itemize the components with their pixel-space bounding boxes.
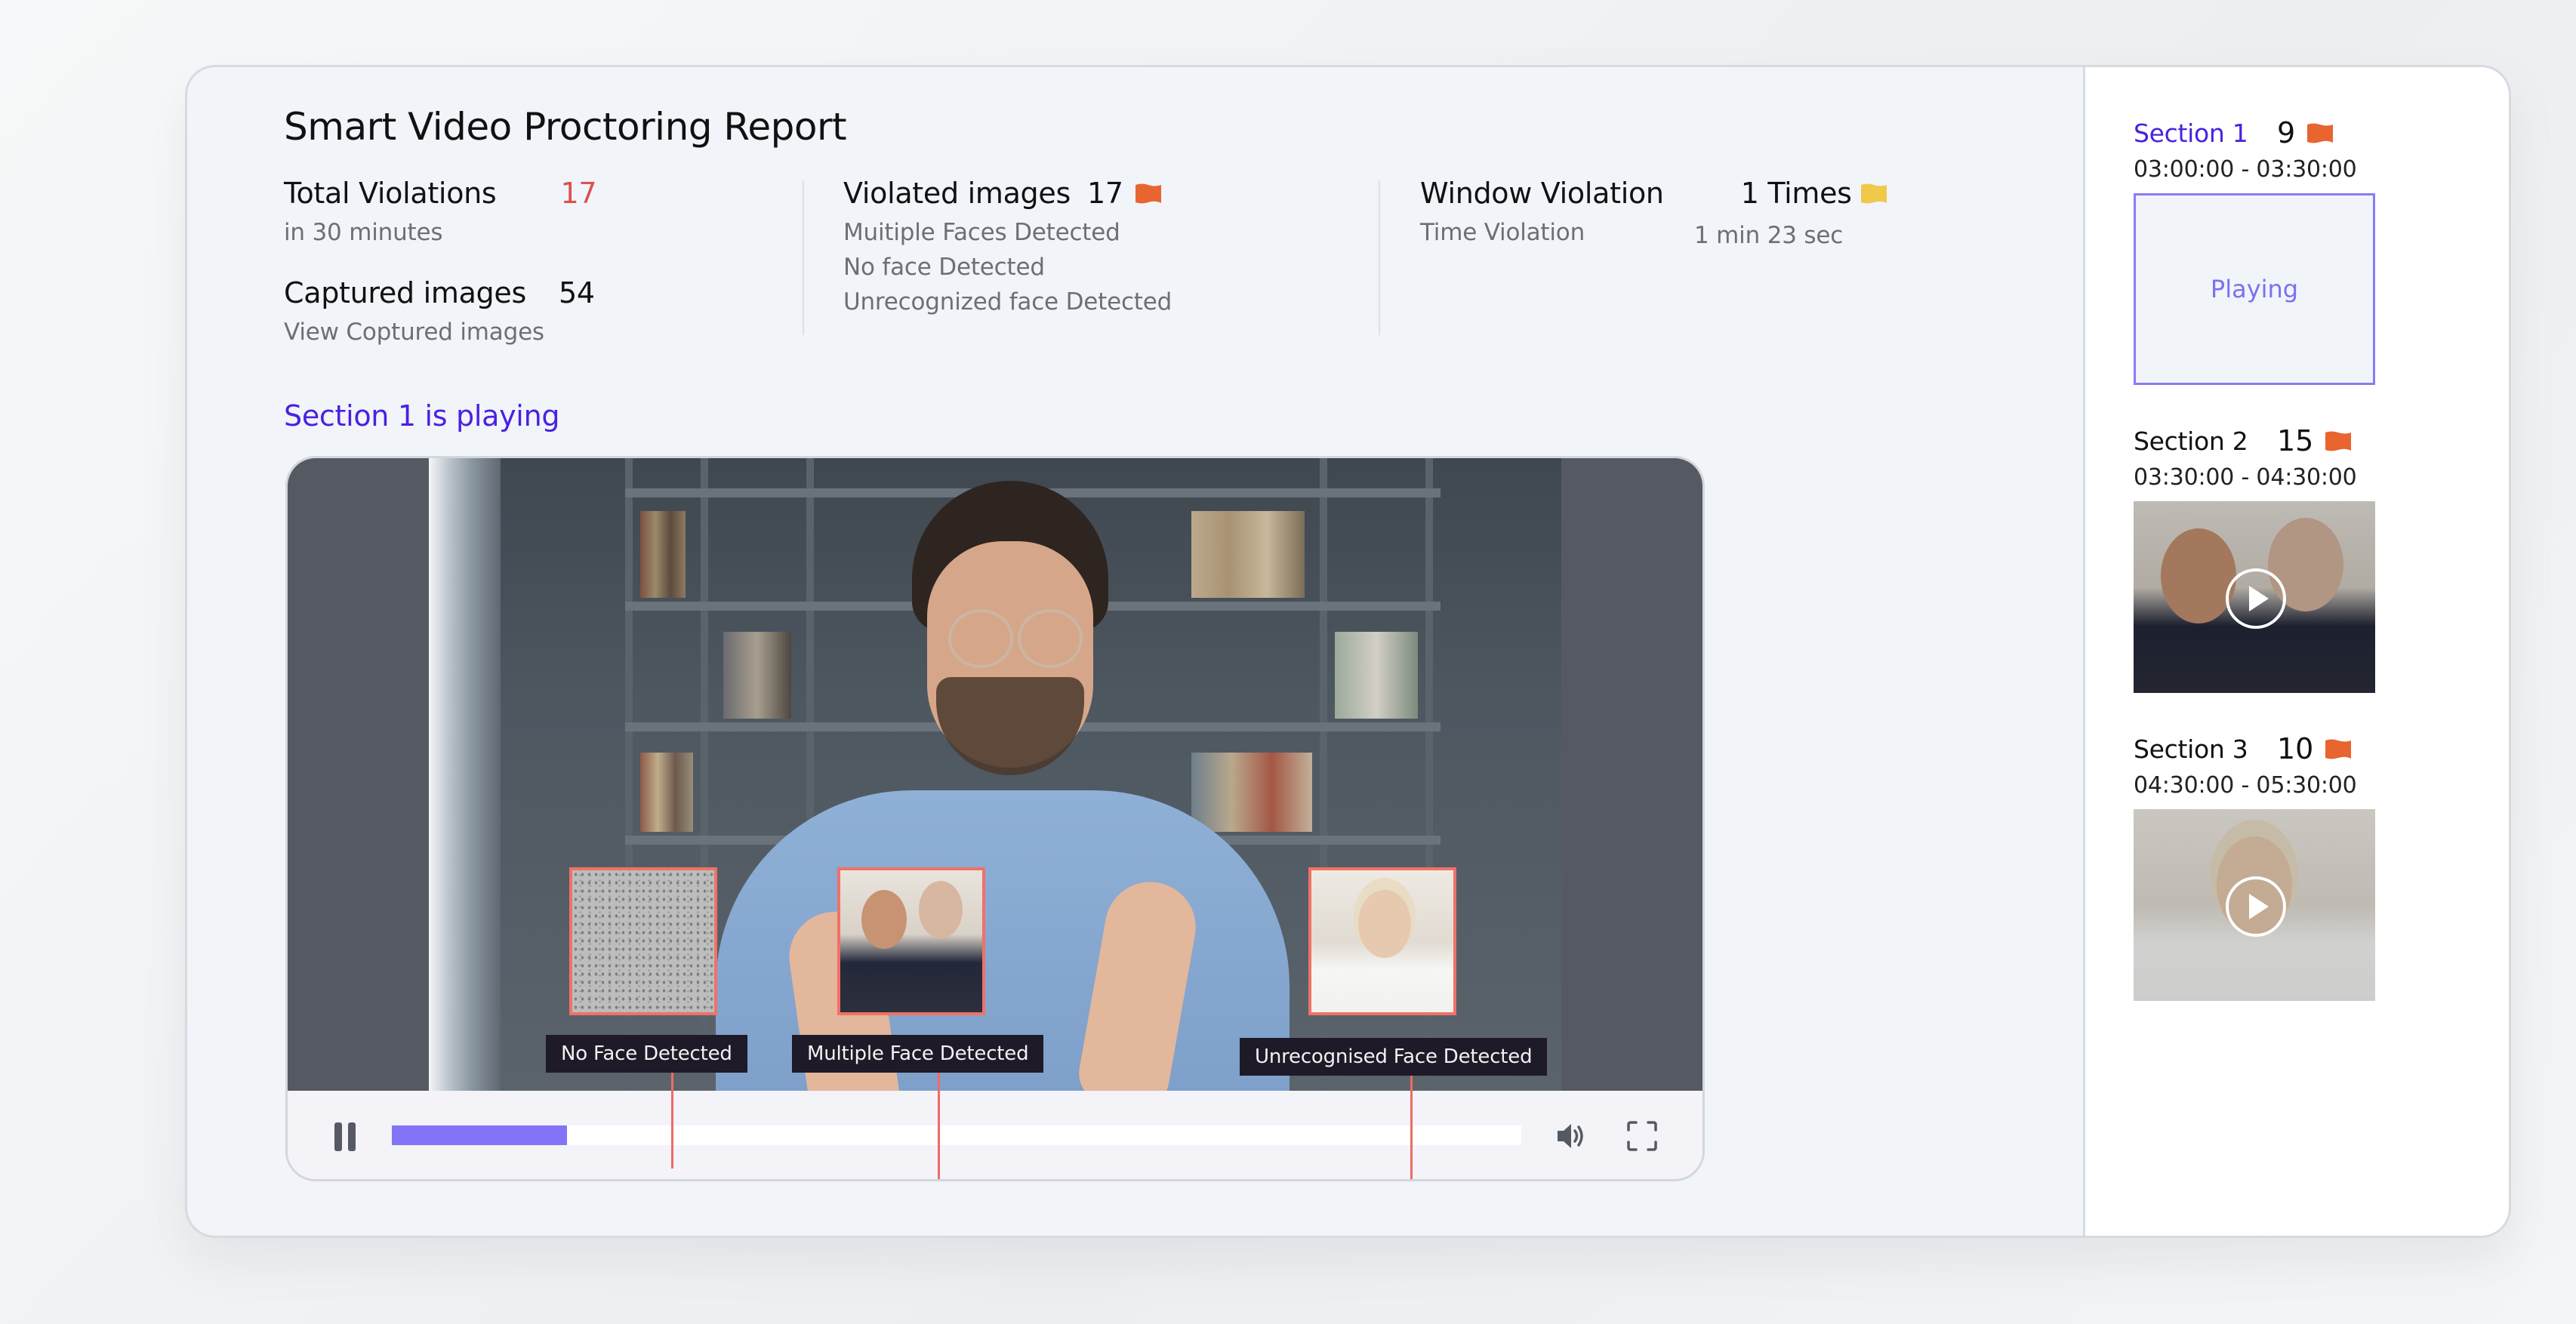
total-violations-value: 17 bbox=[560, 177, 597, 210]
window-curtain bbox=[429, 458, 501, 1091]
books bbox=[640, 753, 693, 832]
person-beard bbox=[936, 677, 1084, 775]
total-violations-sub: in 30 minutes bbox=[284, 219, 443, 246]
section-thumbnail-playing[interactable]: Playing bbox=[2134, 193, 2375, 385]
fullscreen-icon[interactable] bbox=[1625, 1119, 1659, 1153]
summary-column: Total Violations 17 in 30 minutes Captur… bbox=[284, 177, 597, 346]
captured-images-value: 54 bbox=[559, 276, 595, 309]
violation-marker[interactable] bbox=[670, 1073, 673, 1169]
face bbox=[1358, 890, 1411, 958]
flag-icon bbox=[2325, 739, 2352, 759]
section-violation-count: 9 bbox=[2277, 116, 2296, 149]
window-violation-value: 1 Times bbox=[1740, 177, 1852, 210]
play-icon[interactable] bbox=[2226, 568, 2286, 629]
sections-sidebar: Section 1 9 03:00:00 - 03:30:00 Playing … bbox=[2083, 67, 2509, 1236]
section-name: Section 2 bbox=[2134, 426, 2248, 456]
video-player[interactable]: No Face Detected Multiple Face Detected … bbox=[285, 456, 1705, 1181]
violated-images-label: Violated images bbox=[843, 177, 1071, 210]
section-time-range: 04:30:00 - 05:30:00 bbox=[2134, 772, 2357, 799]
flag-icon bbox=[2325, 431, 2352, 451]
total-violations-label: Total Violations bbox=[284, 177, 497, 210]
play-icon[interactable] bbox=[2226, 876, 2286, 937]
divider bbox=[803, 180, 804, 335]
report-main: Smart Video Proctoring Report Total Viol… bbox=[187, 67, 2082, 1236]
divider bbox=[1379, 180, 1380, 335]
capture-label: No Face Detected bbox=[546, 1035, 747, 1073]
report-card: Smart Video Proctoring Report Total Viol… bbox=[185, 65, 2511, 1238]
video-area[interactable]: No Face Detected Multiple Face Detected … bbox=[288, 458, 1702, 1091]
violation-type: Muitiple Faces Detected bbox=[843, 219, 1120, 246]
face bbox=[861, 890, 907, 949]
section-thumbnail[interactable] bbox=[2134, 809, 2375, 1001]
section-name: Section 1 bbox=[2134, 118, 2248, 148]
face bbox=[919, 881, 963, 938]
captured-images-label: Captured images bbox=[284, 276, 526, 309]
violation-marker[interactable] bbox=[1410, 1076, 1413, 1179]
section-name: Section 3 bbox=[2134, 734, 2248, 764]
player-controls bbox=[288, 1091, 1702, 1179]
unrecognised-face-capture[interactable] bbox=[1308, 867, 1456, 1015]
books bbox=[1191, 753, 1312, 832]
window-violation-label: Window Violation bbox=[1420, 177, 1664, 210]
violation-type: Unrecognized face Detected bbox=[843, 288, 1172, 316]
glasses bbox=[1018, 609, 1083, 668]
pause-icon-bar bbox=[348, 1122, 356, 1151]
flag-icon bbox=[2307, 123, 2334, 143]
captured-images: Captured images 54 bbox=[284, 276, 596, 309]
volume-icon[interactable] bbox=[1555, 1119, 1588, 1153]
glasses bbox=[948, 609, 1013, 668]
page-title: Smart Video Proctoring Report bbox=[284, 105, 847, 149]
no-face-capture[interactable] bbox=[569, 867, 717, 1015]
total-violations: Total Violations 17 bbox=[284, 177, 597, 210]
section-violation-count: 10 bbox=[2277, 732, 2314, 765]
progress-bar[interactable] bbox=[392, 1125, 1521, 1145]
section-time-range: 03:00:00 - 03:30:00 bbox=[2134, 156, 2357, 183]
now-playing-heading: Section 1 is playing bbox=[284, 399, 560, 433]
violation-marker[interactable] bbox=[937, 1073, 940, 1179]
books bbox=[640, 511, 686, 598]
section-item-3[interactable]: Section 3 10 04:30:00 - 05:30:00 bbox=[2134, 730, 2375, 1001]
books bbox=[1191, 511, 1305, 598]
section-thumbnail[interactable] bbox=[2134, 501, 2375, 693]
pause-button[interactable] bbox=[333, 1122, 359, 1151]
multiple-face-capture[interactable] bbox=[837, 867, 985, 1015]
books bbox=[1335, 632, 1418, 719]
books bbox=[723, 632, 791, 719]
time-violation-label: Time Violation bbox=[1420, 219, 1585, 246]
section-item-1[interactable]: Section 1 9 03:00:00 - 03:30:00 Playing bbox=[2134, 114, 2375, 385]
capture-label: Unrecognised Face Detected bbox=[1240, 1038, 1548, 1076]
video-frame bbox=[429, 458, 1561, 1091]
section-violation-count: 15 bbox=[2277, 424, 2314, 457]
capture-label: Multiple Face Detected bbox=[792, 1035, 1044, 1073]
violated-images-column: Violated images 17 Muitiple Faces Detect… bbox=[843, 177, 1172, 316]
flag-icon bbox=[1135, 183, 1161, 204]
section-time-range: 03:30:00 - 04:30:00 bbox=[2134, 464, 2357, 491]
view-captured-images-link[interactable]: View Coptured images bbox=[284, 319, 596, 346]
violation-type: No face Detected bbox=[843, 254, 1045, 281]
violated-images-value: 17 bbox=[1086, 177, 1123, 210]
window-violation-column: Window Violation 1 Times Time Violation … bbox=[1420, 177, 1911, 249]
section-item-2[interactable]: Section 2 15 03:30:00 - 04:30:00 bbox=[2134, 422, 2375, 693]
progress-fill bbox=[392, 1125, 567, 1145]
playing-status: Playing bbox=[2210, 275, 2299, 303]
time-violation-value: 1 min 23 sec bbox=[1694, 222, 1844, 249]
flag-icon bbox=[1860, 183, 1887, 204]
pause-icon bbox=[334, 1122, 342, 1151]
